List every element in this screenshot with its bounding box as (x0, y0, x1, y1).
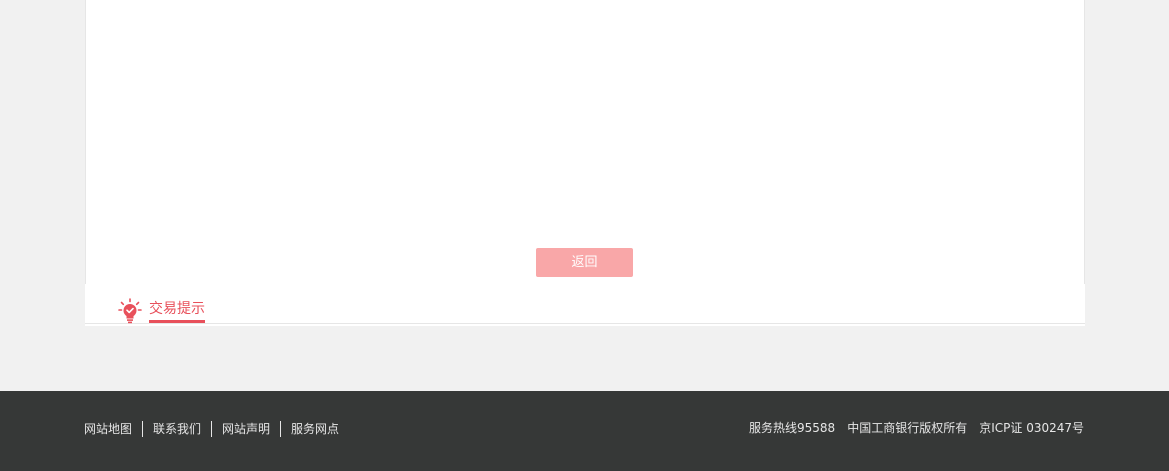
footer-separator (280, 421, 282, 437)
footer-icp: 京ICP证 030247号 (979, 421, 1084, 435)
footer-link-contact[interactable]: 联系我们 (153, 421, 201, 437)
footer-link-outlets[interactable]: 服务网点 (291, 421, 339, 437)
content-card (85, 0, 1085, 284)
footer-link-sitemap[interactable]: 网站地图 (84, 421, 132, 437)
footer-links: 网站地图 联系我们 网站声明 服务网点 (84, 421, 339, 437)
site-footer: 网站地图 联系我们 网站声明 服务网点 服务热线95588 中国工商银行版权所有… (0, 391, 1169, 471)
footer-info: 服务热线95588 中国工商银行版权所有 京ICP证 030247号 (737, 420, 1084, 436)
footer-separator (142, 421, 144, 437)
footer-link-statement[interactable]: 网站声明 (222, 421, 270, 437)
tab-transaction-tips[interactable]: 交易提示 (149, 300, 205, 323)
tips-divider (85, 323, 1085, 324)
transaction-tips-panel: 交易提示 (85, 284, 1085, 326)
return-button[interactable]: 返回 (536, 248, 633, 277)
footer-hotline: 服务热线95588 (749, 421, 836, 435)
lightbulb-icon (118, 298, 142, 324)
footer-copyright: 中国工商银行版权所有 (847, 421, 968, 435)
footer-separator (211, 421, 213, 437)
